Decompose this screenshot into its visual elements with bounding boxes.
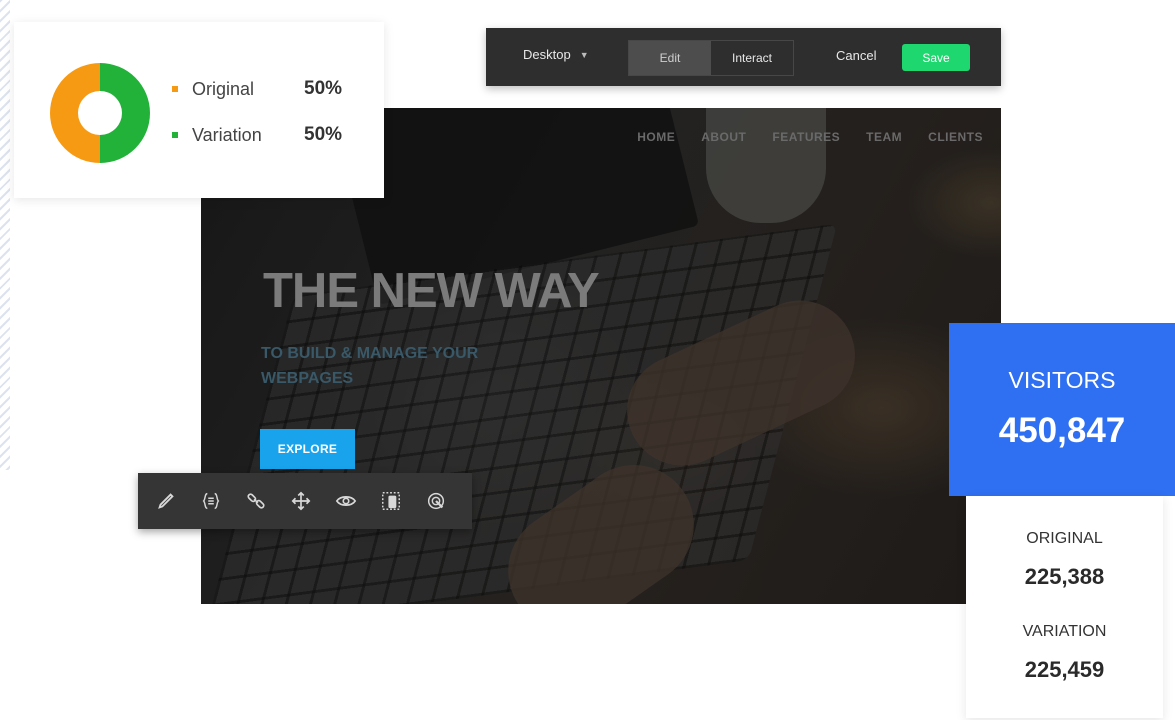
mode-toggle: Edit Interact <box>628 40 794 76</box>
device-select-value: Desktop <box>523 47 571 62</box>
select-mobile-icon[interactable] <box>373 484 408 519</box>
legend-row-variation: Variation 50% <box>172 123 342 147</box>
visitors-card: VISITORS 450,847 <box>949 323 1175 496</box>
nav-about[interactable]: ABOUT <box>701 130 746 144</box>
site-nav: HOME ABOUT FEATURES TEAM CLIENTS <box>637 130 983 144</box>
legend-value-variation: 50% <box>304 124 343 145</box>
visitors-breakdown: ORIGINAL 225,388 VARIATION 225,459 <box>966 496 1163 718</box>
move-icon[interactable] <box>283 484 318 519</box>
cancel-button[interactable]: Cancel <box>836 48 876 63</box>
nav-clients[interactable]: CLIENTS <box>928 130 983 144</box>
save-button[interactable]: Save <box>902 44 970 71</box>
element-tool-palette <box>138 473 472 529</box>
original-label: ORIGINAL <box>1026 530 1103 547</box>
hero-subtitle-line-1: TO BUILD & MANAGE YOUR <box>261 345 479 362</box>
variation-label: VARIATION <box>1022 623 1107 640</box>
explore-button[interactable]: EXPLORE <box>260 429 355 469</box>
traffic-split-donut <box>50 63 150 163</box>
hero-subtitle[interactable]: TO BUILD & MANAGE YOUR WEBPAGES <box>261 341 541 391</box>
nav-team[interactable]: TEAM <box>866 130 902 144</box>
editor-toolbar: Desktop ▼ Edit Interact Cancel Save <box>486 28 1001 86</box>
visitors-label: VISITORS <box>1008 367 1116 393</box>
original-swatch <box>172 86 178 92</box>
legend-row-original: Original 50% <box>172 77 342 101</box>
decorative-stripe <box>0 0 10 470</box>
nav-features[interactable]: FEATURES <box>772 130 840 144</box>
code-braces-icon[interactable] <box>193 484 228 519</box>
nav-home[interactable]: HOME <box>637 130 675 144</box>
legend-value-original: 50% <box>304 78 343 99</box>
traffic-split-card: Original 50% Variation 50% <box>14 22 384 198</box>
chevron-down-icon: ▼ <box>579 49 589 60</box>
original-count: 225,388 <box>1024 564 1105 589</box>
tab-edit[interactable]: Edit <box>629 41 711 75</box>
hero-title[interactable]: THE NEW WAY <box>263 263 600 319</box>
hero-subtitle-line-2: WEBPAGES <box>261 370 354 387</box>
visitors-total: 450,847 <box>998 411 1126 450</box>
cursor-target-icon[interactable] <box>418 484 453 519</box>
variation-swatch <box>172 132 178 138</box>
legend-label-original: Original <box>192 78 255 99</box>
variation-count: 225,459 <box>1024 657 1105 682</box>
eye-icon[interactable] <box>328 484 363 519</box>
link-icon[interactable] <box>238 484 273 519</box>
legend-label-variation: Variation <box>192 124 262 145</box>
pencil-icon[interactable] <box>148 484 183 519</box>
tab-interact[interactable]: Interact <box>711 41 793 75</box>
device-select[interactable]: Desktop ▼ <box>523 47 589 62</box>
donut-hole <box>78 91 122 135</box>
